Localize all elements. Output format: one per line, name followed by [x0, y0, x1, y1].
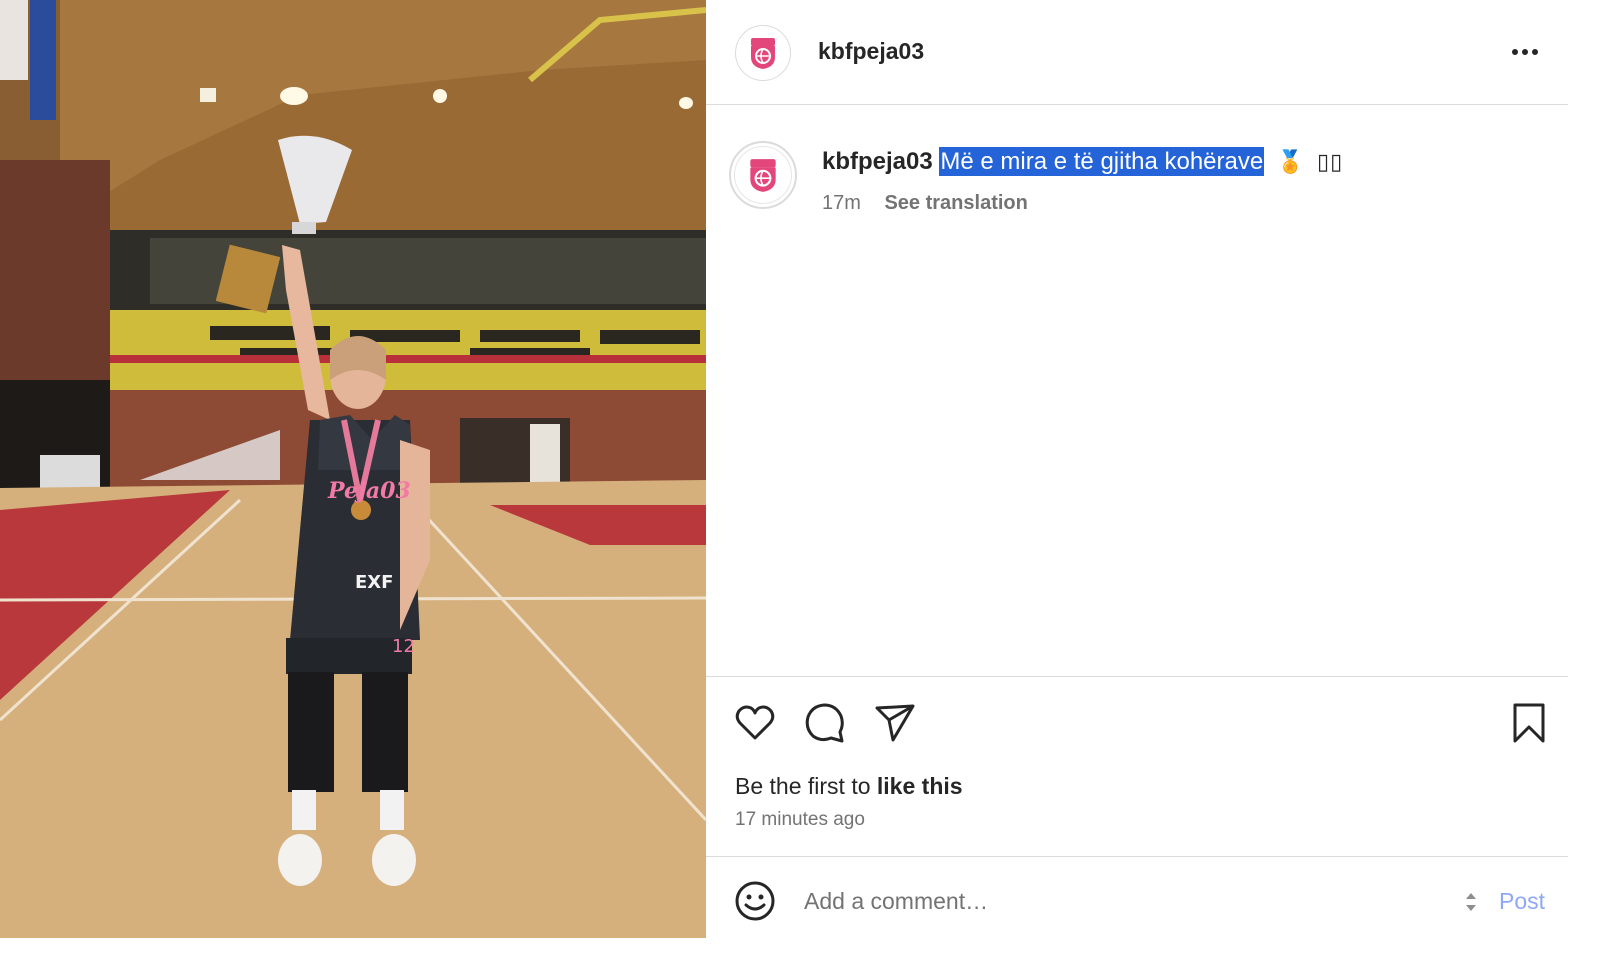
- post-photo[interactable]: Peja03 EXF 12: [0, 0, 706, 938]
- post-header: kbfpeja03: [706, 0, 1568, 105]
- smiley-icon[interactable]: [734, 880, 776, 922]
- comment-area: Post: [706, 858, 1568, 938]
- medal-emoji: 🏅: [1276, 149, 1305, 174]
- comment-input[interactable]: [804, 880, 1444, 922]
- likes-summary: Be the first to like this: [735, 773, 963, 800]
- caption-meta: 17m See translation: [822, 192, 1028, 215]
- post-comment-button[interactable]: Post: [1499, 888, 1545, 915]
- comment-bubble-icon[interactable]: [804, 702, 846, 744]
- profile-avatar[interactable]: [735, 25, 791, 81]
- bottom-strip: [0, 938, 1600, 957]
- caption-area: kbfpeja03 Më e mira e të gjitha kohërave…: [706, 106, 1568, 676]
- see-translation-link[interactable]: See translation: [884, 192, 1027, 214]
- resize-handle-icon[interactable]: [1463, 888, 1479, 916]
- club-logo-icon: [751, 38, 775, 69]
- more-options-icon[interactable]: [1510, 42, 1540, 62]
- right-edge: [1568, 0, 1600, 957]
- like-this-link[interactable]: like this: [877, 773, 963, 799]
- caption-avatar-inner: [734, 146, 792, 204]
- likes-prefix: Be the first to: [735, 773, 877, 799]
- club-logo-icon: [750, 159, 776, 192]
- caption-text-selected: Më e mira e të gjitha kohërave: [939, 147, 1265, 176]
- caption-line: kbfpeja03 Më e mira e të gjitha kohërave…: [822, 147, 1344, 176]
- heart-icon[interactable]: [734, 702, 776, 744]
- sponsor-text: EXF: [355, 572, 393, 593]
- photo-illustration: Peja03 EXF 12: [0, 0, 706, 938]
- caption-avatar[interactable]: [729, 141, 797, 209]
- caption-timestamp[interactable]: 17m: [822, 192, 861, 214]
- actions-area: Be the first to like this 17 minutes ago: [706, 676, 1568, 857]
- paper-plane-icon[interactable]: [874, 702, 916, 744]
- shorts-number: 12: [392, 636, 415, 657]
- header-username[interactable]: kbfpeja03: [818, 38, 924, 65]
- bookmark-icon[interactable]: [1508, 702, 1550, 744]
- post-time-ago[interactable]: 17 minutes ago: [735, 809, 865, 831]
- missing-glyph-boxes: ▯▯: [1316, 149, 1344, 174]
- jersey-text: Peja03: [327, 478, 411, 504]
- caption-username[interactable]: kbfpeja03: [822, 148, 933, 175]
